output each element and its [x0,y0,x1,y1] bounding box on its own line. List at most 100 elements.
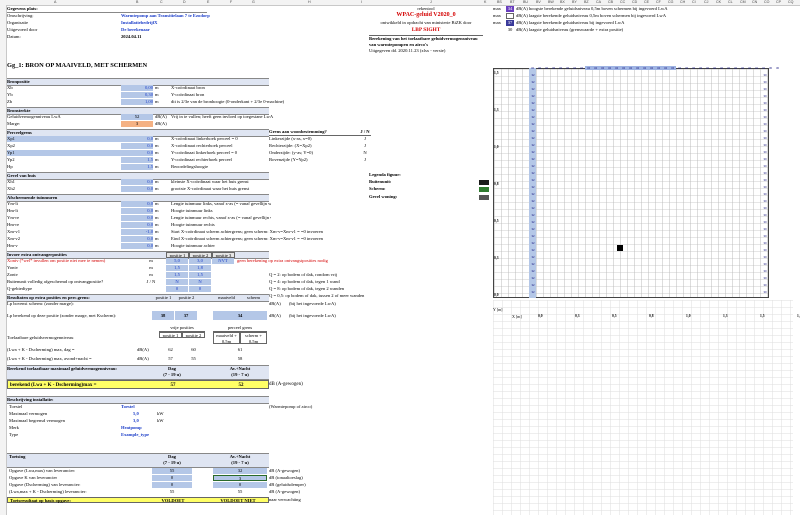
column-header[interactable]: CM [740,0,746,4]
column-header[interactable]: I [361,0,362,4]
column-header[interactable]: CG [668,0,673,4]
lwa-an-input[interactable]: 32 [213,468,267,475]
row-label: Yb [7,92,13,97]
row-label: Opgave K van leverancier [9,475,58,480]
xh2-input[interactable]: 0,0 [121,186,153,193]
column-header[interactable]: CQ [788,0,793,4]
column-header[interactable]: BV [536,0,541,4]
grens-value[interactable]: N [359,150,371,156]
vermogen-field[interactable]: 5,0 [133,411,153,417]
column-header[interactable]: CL [728,0,733,4]
xontv-3-input[interactable]: NVT [212,258,234,265]
column-header[interactable]: CF [656,0,661,4]
column-header[interactable]: BW [548,0,554,4]
zontv-1-input[interactable]: 1,5 [166,272,188,279]
description-field[interactable]: Warmtepomp aan Transitielaan 7 te Ezodor… [121,13,241,19]
grens-value[interactable]: J [359,157,371,163]
d-an-input[interactable]: 0 [213,482,267,489]
xontv-1-input[interactable]: 5,0 [166,258,188,265]
legend-text: dB(A) laagste berekende geluidsniveau 0,… [516,13,667,18]
ym-li-input[interactable]: 0,0 [121,201,153,208]
column-header[interactable]: BT [510,0,515,4]
column-header[interactable]: H [308,0,311,4]
top-value-cell: 34 [662,66,669,70]
date-field[interactable]: 2024.04.11 [121,34,241,40]
column-header[interactable]: CA [596,0,601,4]
xm-v1-input[interactable]: -1,0 [121,229,153,236]
col-header: scherm + 0,5m [240,332,267,344]
yp2-input[interactable]: 1,5 [121,157,153,164]
yontv-1-input[interactable]: 1,5 [166,265,188,272]
xm-v2-input[interactable]: 0,0 [121,236,153,243]
executed-by-field[interactable]: De berekenaar [121,27,241,33]
column-header[interactable]: E [207,0,209,4]
afgeschermd-1-input[interactable]: N [166,279,188,286]
column-header[interactable]: CC [620,0,625,4]
organisation-field[interactable]: InstallatiebedrijfX [121,20,241,26]
yp1-input[interactable]: 0,0 [121,150,153,157]
q-2-input[interactable]: 0 [189,286,211,293]
xh1-input[interactable]: 0,0 [121,179,153,186]
column-header[interactable]: BX [560,0,565,4]
afgeschermd-2-input[interactable]: N [189,279,211,286]
column-header[interactable]: A [54,0,56,4]
marge-input[interactable]: 3 [121,121,153,128]
merk-field[interactable]: Heatpomp [121,425,161,431]
column-header[interactable]: D [183,0,186,4]
zontv-2-input[interactable]: 1,5 [189,272,211,279]
column-header[interactable]: C [160,0,163,4]
column-header[interactable]: CE [644,0,649,4]
row-label: Opgave (Lwa,max) van leverancier: [9,468,76,473]
column-header[interactable]: BZ [584,0,589,4]
yontv-2-input[interactable]: 1,8 [189,265,211,272]
column-header[interactable]: J [430,0,432,4]
column-header[interactable]: CJ [704,0,708,4]
row-description: Y-coördinaat rechterhoek perceel [171,157,232,162]
zb-input[interactable]: 1,00 [121,99,153,106]
xb-input[interactable]: 0,00 [121,85,153,92]
column-header[interactable]: BY [572,0,577,4]
column-header[interactable]: CH [680,0,685,4]
grens-value[interactable]: J [359,136,371,142]
grens-value[interactable]: J [359,143,371,149]
q-1-input[interactable]: 0 [166,286,188,293]
begrensd-vermogen-field[interactable]: 3,0 [133,418,153,424]
d-dag-input[interactable]: 0 [152,482,192,489]
column-header[interactable]: CI [692,0,696,4]
column-header[interactable]: BS [497,0,502,4]
column-header[interactable]: F [230,0,232,4]
verdict-an: VOLDOET NIET [220,498,256,503]
k-an-input[interactable]: 3 [213,475,267,482]
k-dag-input[interactable]: 0 [152,475,192,482]
column-header[interactable]: CK [716,0,721,4]
lwa-input[interactable]: 52 [121,114,153,121]
yb-input[interactable]: 0,30 [121,92,153,99]
column-value-cell: 32 [531,255,535,259]
toestel-field[interactable]: Toestel [121,404,161,410]
lwa-dag-input[interactable]: 55 [152,468,192,475]
column-value-cell: 32 [531,101,535,105]
column-header[interactable]: CB [608,0,613,4]
column-header[interactable]: G [252,0,255,4]
hm-v-input[interactable]: 0,0 [121,243,153,250]
col-header: positie 2 [182,332,205,339]
column-header[interactable]: CO [764,0,769,4]
column-header[interactable]: CP [776,0,781,4]
column-value-cell: 32 [531,283,535,287]
hm-li-input[interactable]: 0,0 [121,208,153,215]
hm-re-input[interactable]: 0,0 [121,222,153,229]
xp2-input[interactable]: 0,0 [121,143,153,150]
column-header[interactable]: K [484,0,486,4]
unit-label: dB(A) [137,347,149,352]
xontv-2-input[interactable]: 3,0 [189,258,211,265]
column-header[interactable]: CN [752,0,757,4]
hp-input[interactable]: 1,5 [121,164,153,171]
input-row: Yp2 1,5 m Y-coördinaat rechterhoek perce… [7,157,232,164]
ym-re-input[interactable]: 0,0 [121,215,153,222]
column-header[interactable]: B [136,0,138,4]
type-field[interactable]: Example_type [121,432,171,438]
xp1-input[interactable]: 0,0 [121,136,153,143]
column-header[interactable]: BU [523,0,528,4]
column-header[interactable]: CD [632,0,637,4]
dag-sub: (7 - 19 u) [163,372,181,377]
